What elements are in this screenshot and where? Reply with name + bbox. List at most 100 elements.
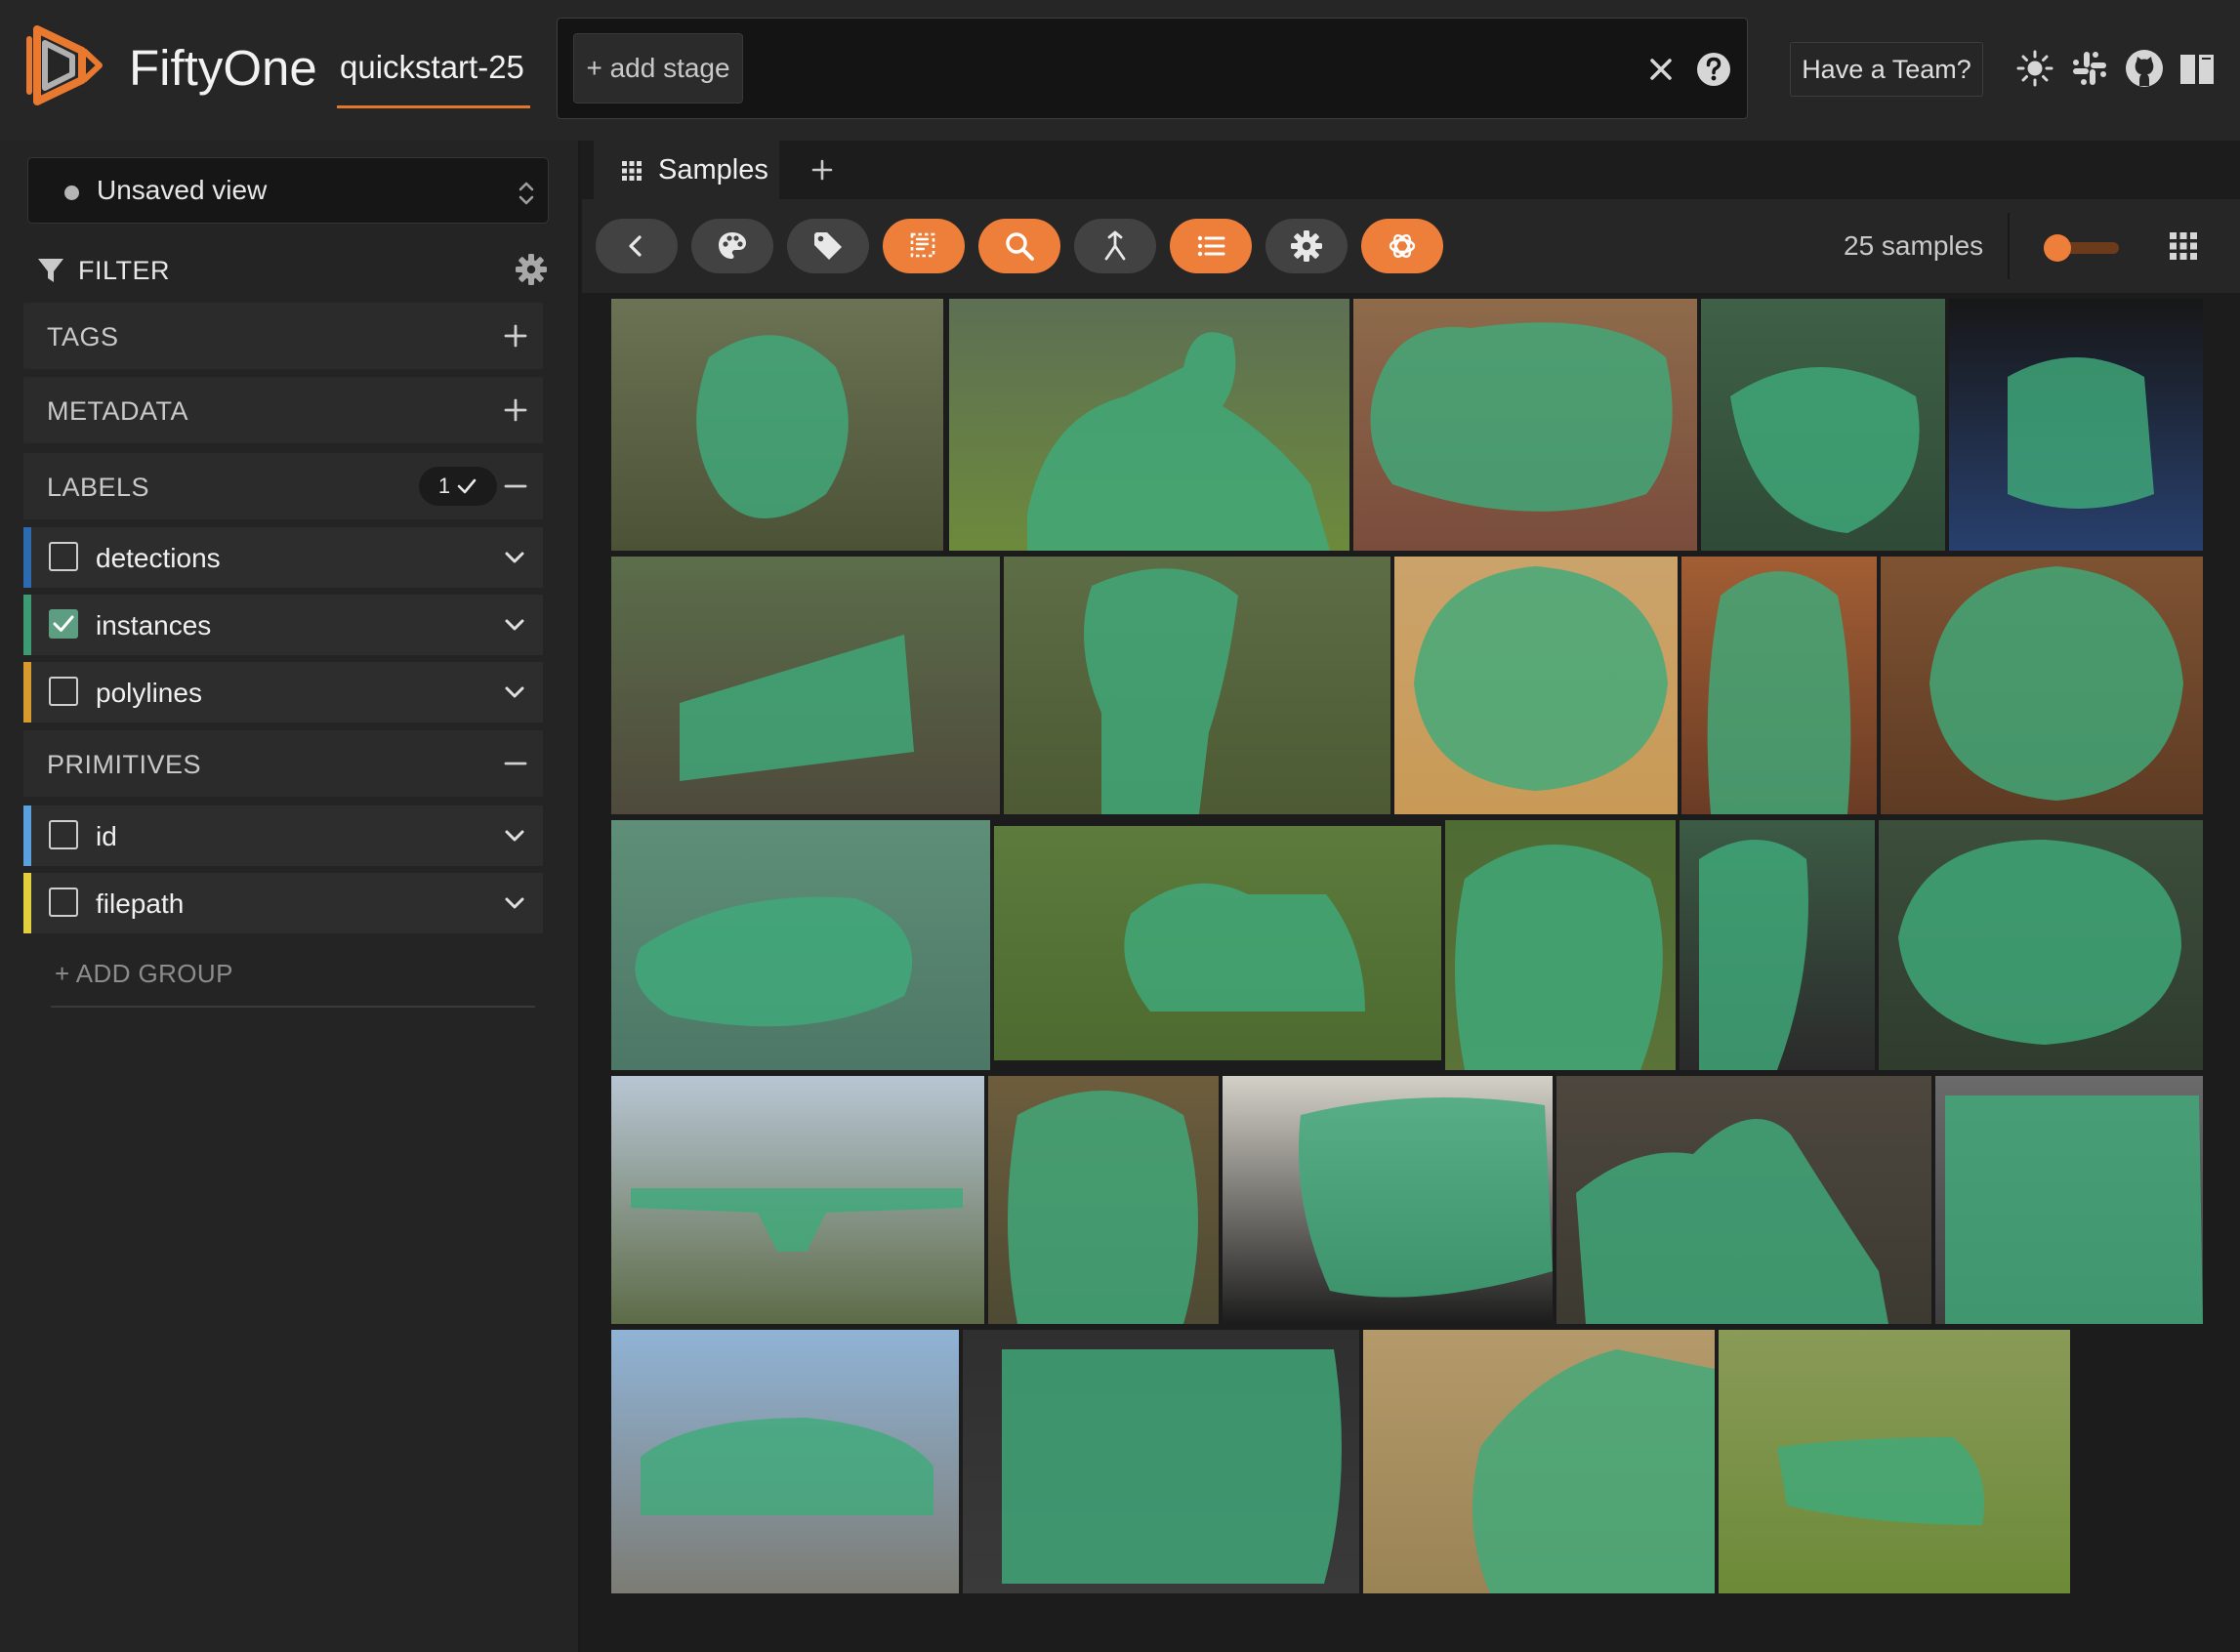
close-icon[interactable]: [1639, 48, 1682, 91]
gear-icon[interactable]: [514, 252, 549, 287]
sample-thumbnail[interactable]: [1719, 1330, 2070, 1593]
sample-thumbnail[interactable]: [949, 299, 1349, 551]
grid-layout-icon[interactable]: [2168, 230, 2199, 262]
tag-button[interactable]: [787, 219, 869, 273]
palette-icon: [719, 232, 746, 259]
plus-icon[interactable]: [500, 394, 531, 426]
field-checkbox[interactable]: [49, 820, 78, 849]
field-row-polylines[interactable]: polylines: [23, 662, 543, 723]
instance-mask-overlay: [1008, 1091, 1198, 1324]
tab-samples-label: Samples: [658, 154, 768, 186]
dataset-underline: [337, 105, 530, 108]
sample-thumbnail[interactable]: [963, 1330, 1359, 1593]
dataset-selector[interactable]: quickstart-25: [340, 49, 524, 86]
sidebar: Unsaved view FILTER TAGS METADATA LABELS…: [0, 141, 580, 1652]
openai-icon: [1389, 233, 1416, 259]
instance-mask-overlay: [1124, 883, 1365, 1012]
tab-samples[interactable]: Samples: [594, 141, 779, 199]
chevron-down-icon[interactable]: [500, 821, 529, 850]
chevron-updown-icon: [519, 182, 534, 205]
color-scheme-button[interactable]: [691, 219, 773, 273]
group-labels[interactable]: LABELS 1: [23, 453, 543, 519]
sample-thumbnail[interactable]: [1445, 820, 1676, 1070]
sample-thumbnail[interactable]: [1394, 557, 1678, 814]
sample-thumbnail[interactable]: [1701, 299, 1945, 551]
have-a-team-button[interactable]: Have a Team?: [1790, 42, 1983, 97]
field-row-instances[interactable]: instances: [23, 595, 543, 655]
chevron-down-icon[interactable]: [500, 678, 529, 707]
sample-thumbnail[interactable]: [611, 1330, 959, 1593]
chevron-down-icon[interactable]: [500, 610, 529, 640]
group-primitives[interactable]: PRIMITIVES: [23, 730, 543, 797]
select-button[interactable]: [883, 219, 965, 273]
merge-button[interactable]: [1074, 219, 1156, 273]
sample-thumbnail[interactable]: [1879, 820, 2203, 1070]
sample-thumbnail[interactable]: [1680, 820, 1875, 1070]
sample-thumbnail[interactable]: [988, 1076, 1219, 1324]
search-button[interactable]: [978, 219, 1060, 273]
field-label: id: [96, 821, 117, 851]
sample-thumbnail[interactable]: [1881, 557, 2203, 814]
slider-handle[interactable]: [2044, 234, 2071, 262]
sample-thumbnail[interactable]: [611, 557, 1000, 814]
instance-mask-overlay: [1002, 1349, 1342, 1584]
openai-button[interactable]: [1361, 219, 1443, 273]
list-button[interactable]: [1170, 219, 1252, 273]
back-button[interactable]: [596, 219, 678, 273]
sample-thumbnail[interactable]: [1949, 299, 2203, 551]
field-color-stripe: [23, 873, 31, 933]
thumbnail-image: [1881, 557, 2203, 814]
thumbnail-image: [1556, 1076, 1931, 1324]
help-icon[interactable]: [1692, 48, 1735, 91]
thumbnail-image: [963, 1330, 1359, 1593]
sample-thumbnail[interactable]: [1935, 1076, 2203, 1324]
field-checkbox[interactable]: [49, 888, 78, 917]
tab-bar: Samples: [582, 141, 2240, 199]
sample-thumbnail[interactable]: [994, 826, 1441, 1060]
add-panel-plus-icon[interactable]: [807, 154, 838, 186]
group-tags[interactable]: TAGS: [23, 303, 543, 369]
add-stage-button[interactable]: + add stage: [573, 33, 743, 103]
sample-thumbnail[interactable]: [1353, 299, 1697, 551]
field-row-filepath[interactable]: filepath: [23, 873, 543, 933]
labels-count-badge[interactable]: 1: [419, 467, 497, 506]
sample-thumbnail[interactable]: [1223, 1076, 1553, 1324]
chevron-down-icon[interactable]: [500, 888, 529, 918]
add-group-button[interactable]: + ADD GROUP: [55, 959, 233, 989]
sample-thumbnail[interactable]: [611, 299, 943, 551]
settings-button[interactable]: [1265, 219, 1348, 273]
filter-heading: FILTER: [78, 256, 171, 285]
slack-icon[interactable]: [2068, 47, 2111, 90]
field-checkbox[interactable]: [49, 542, 78, 571]
select-icon: [910, 232, 935, 258]
field-label: polylines: [96, 678, 202, 708]
top-header: FiftyOne quickstart-25 + add stage Have …: [0, 0, 2240, 141]
sample-thumbnail[interactable]: [1004, 557, 1390, 814]
group-metadata[interactable]: METADATA: [23, 377, 543, 443]
sample-thumbnail[interactable]: [611, 820, 990, 1070]
field-checkbox-checked[interactable]: [49, 609, 78, 639]
thumbnail-image: [1935, 1076, 2203, 1324]
chevron-down-icon[interactable]: [500, 543, 529, 572]
sample-thumbnail[interactable]: [611, 1076, 984, 1324]
saved-view-select[interactable]: Unsaved view: [27, 157, 549, 224]
thumbnail-image: [949, 299, 1349, 551]
fiftyone-logo[interactable]: [21, 21, 105, 109]
sample-thumbnail[interactable]: [1556, 1076, 1931, 1324]
thumbnail-image: [1445, 820, 1676, 1070]
minus-icon[interactable]: [500, 471, 531, 502]
view-bar[interactable]: + add stage: [557, 18, 1748, 119]
field-checkbox[interactable]: [49, 677, 78, 706]
field-row-detections[interactable]: detections: [23, 527, 543, 588]
back-icon: [629, 235, 642, 257]
sun-icon[interactable]: [2013, 47, 2056, 90]
field-row-id[interactable]: id: [23, 805, 543, 866]
sample-thumbnail[interactable]: [1681, 557, 1877, 814]
github-icon[interactable]: [2123, 47, 2166, 90]
plus-icon[interactable]: [500, 320, 531, 351]
minus-icon[interactable]: [500, 748, 531, 779]
merge-icon: [1104, 230, 1126, 261]
toolbar-divider: [2008, 213, 2010, 279]
docs-book-icon[interactable]: [2176, 47, 2219, 90]
sample-thumbnail[interactable]: [1363, 1330, 1715, 1593]
